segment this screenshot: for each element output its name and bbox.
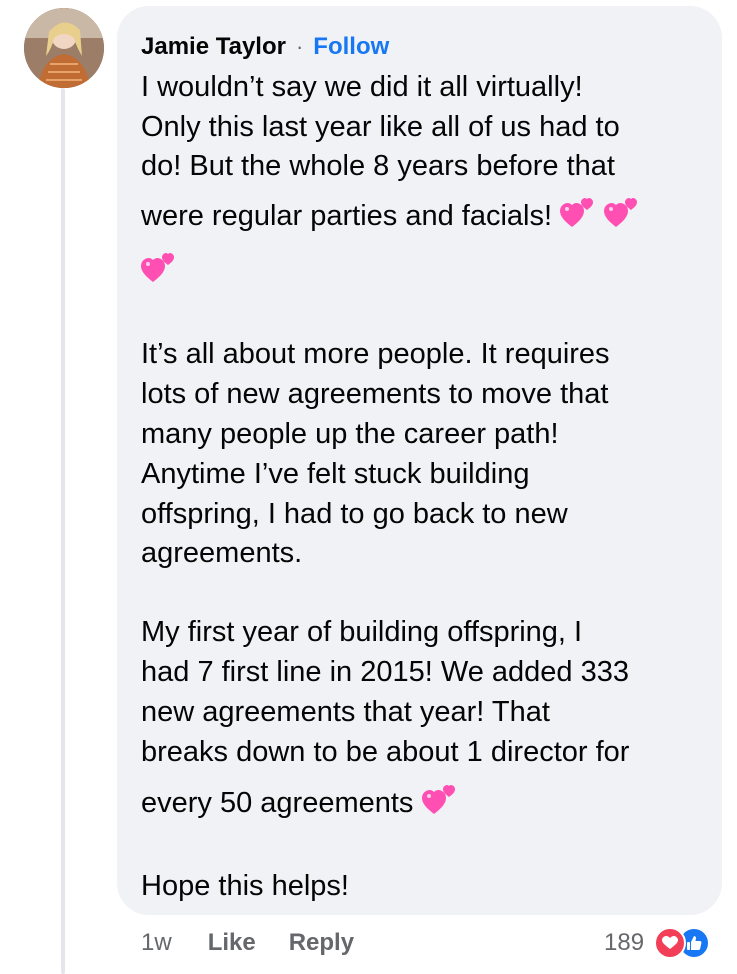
comment-text-line: do! But the whole 8 years before that (141, 150, 615, 182)
reaction-summary[interactable]: 189 (604, 926, 711, 960)
comment-text-segment: were regular parties and facials! (141, 200, 553, 232)
comment-text-line: breaks down to be about 1 director for (141, 736, 630, 768)
comment-text-line-with-emoji: were regular parties and facials! (141, 197, 640, 241)
two-hearts-icon (604, 197, 640, 241)
two-hearts-icon (560, 197, 596, 241)
separator-dot: · (295, 34, 304, 59)
comment-text-line: I wouldn’t say we did it all virtually! (141, 71, 583, 103)
comment-text-line: Anytime I’ve felt stuck building (141, 458, 530, 490)
thread-line (61, 88, 65, 974)
comment-text-line: offspring, I had to go back to new (141, 498, 568, 530)
follow-button[interactable]: Follow (313, 33, 389, 61)
like-button[interactable]: Like (208, 929, 256, 957)
comment-text-line: many people up the career path! (141, 418, 559, 450)
comment-text-line: Only this last year like all of us had t… (141, 111, 620, 143)
comment-text-line: It’s all about more people. It requires (141, 338, 610, 370)
two-hearts-icon (141, 252, 177, 296)
reaction-count[interactable]: 189 (604, 929, 644, 957)
love-reaction-icon (654, 927, 687, 959)
comment-header: Jamie Taylor · Follow (141, 30, 389, 64)
comment-text-line: new agreements that year! That (141, 696, 550, 728)
comment-text-line-with-emoji: every 50 agreements (141, 784, 458, 828)
comment-text-line: lots of new agreements to move that (141, 378, 609, 410)
comment-text-line: had 7 first line in 2015! We added 333 (141, 656, 629, 688)
reply-button[interactable]: Reply (289, 929, 354, 957)
author-name[interactable]: Jamie Taylor (141, 33, 286, 61)
timestamp[interactable]: 1w (141, 929, 172, 957)
comment-text-line: agreements. (141, 537, 303, 569)
two-hearts-icon (421, 784, 458, 828)
comment-text-segment: every 50 agreements (141, 787, 414, 819)
avatar[interactable] (24, 8, 104, 88)
emoji-line (141, 252, 177, 296)
comment-text-line: Hope this helps! (141, 870, 349, 902)
comment-actions: 1w Like Reply (141, 926, 354, 960)
comment-text-line: My first year of building offspring, I (141, 616, 583, 648)
